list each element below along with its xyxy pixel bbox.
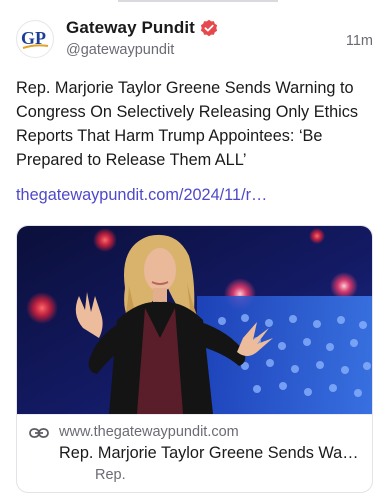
account-name-row: Gateway Pundit bbox=[66, 18, 218, 38]
post-text: Rep. Marjorie Taylor Greene Sends Warnin… bbox=[16, 79, 359, 169]
link-preview-card[interactable]: www.thegatewaypundit.com Rep. Marjorie T… bbox=[16, 225, 373, 493]
card-domain: www.thegatewaypundit.com bbox=[59, 424, 239, 440]
account-handle[interactable]: @gatewaypundit bbox=[66, 42, 174, 58]
post-timestamp: 11m bbox=[345, 33, 373, 49]
post-link[interactable]: thegatewaypundit.com/2024/11/r… bbox=[16, 186, 267, 205]
gateway-pundit-logo-icon: GP bbox=[21, 28, 49, 49]
account-name[interactable]: Gateway Pundit bbox=[66, 18, 195, 38]
avatar[interactable]: GP bbox=[16, 20, 54, 58]
card-meta: www.thegatewaypundit.com Rep. Marjorie T… bbox=[17, 414, 372, 492]
top-divider bbox=[118, 0, 278, 2]
card-description: Rep. bbox=[95, 467, 126, 483]
card-image bbox=[17, 226, 372, 414]
post-header: GP Gateway Pundit @gatewaypundit 11m bbox=[16, 18, 373, 64]
card-title: Rep. Marjorie Taylor Greene Sends Wa… bbox=[59, 444, 359, 462]
link-icon bbox=[29, 428, 49, 438]
verified-badge-icon bbox=[200, 19, 218, 37]
